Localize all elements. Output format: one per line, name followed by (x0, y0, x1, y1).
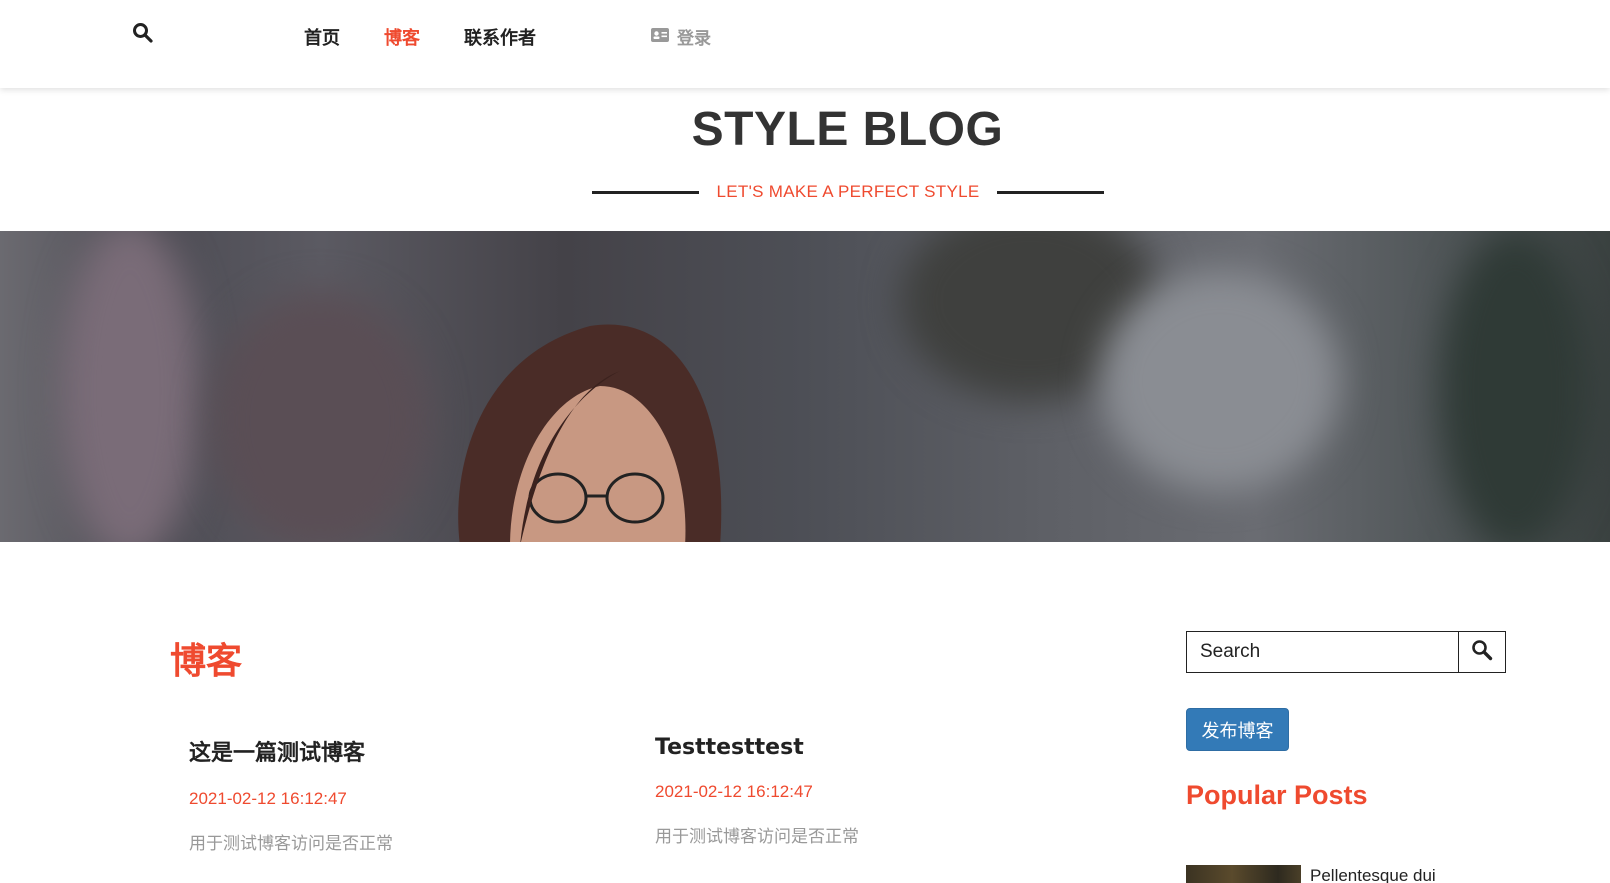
post-excerpt: 用于测试博客访问是否正常 (189, 834, 393, 854)
post-date: 2021-02-12 16:12:47 (189, 789, 347, 808)
search-icon (1471, 639, 1493, 666)
search-icon[interactable] (132, 22, 154, 44)
tagline-row: LET'S MAKE A PERFECT STYLE (592, 178, 1104, 208)
blog-post-card: Testtesttest 2021-02-12 16:12:47 用于测试博客访… (655, 735, 1035, 847)
blog-post-card: 这是一篇测试博客 2021-02-12 16:12:47 用于测试博客访问是否正… (189, 735, 569, 854)
nav-home[interactable]: 首页 (304, 24, 340, 50)
login-label: 登录 (677, 29, 711, 49)
post-title[interactable]: Testtesttest (655, 735, 1035, 760)
sidebar-search-box (1186, 631, 1506, 673)
publish-blog-button[interactable]: 发布博客 (1186, 708, 1289, 751)
popular-posts-heading: Popular Posts (1186, 780, 1368, 810)
post-title[interactable]: 这是一篇测试博客 (189, 735, 569, 767)
post-excerpt: 用于测试博客访问是否正常 (655, 827, 859, 847)
site-brand[interactable]: STYLE BLOG (0, 102, 1610, 157)
login-link[interactable]: 登录 (651, 24, 711, 49)
popular-post-thumbnail[interactable] (1186, 865, 1301, 883)
tagline-right-rule (997, 191, 1104, 194)
sidebar-search-button[interactable] (1458, 632, 1505, 672)
top-navbar: 首页 博客 联系作者 登录 (0, 0, 1610, 88)
sidebar-search-input[interactable] (1187, 632, 1458, 672)
popular-post-title[interactable]: Pellentesque dui (1310, 866, 1436, 883)
post-date: 2021-02-12 16:12:47 (655, 782, 813, 801)
hero-banner-image (0, 231, 1610, 542)
portrait-figure (458, 324, 722, 542)
nav-contact-author[interactable]: 联系作者 (464, 24, 536, 50)
page-title: 博客 (170, 641, 243, 682)
nav-blog[interactable]: 博客 (384, 24, 420, 50)
id-card-icon (651, 27, 669, 47)
